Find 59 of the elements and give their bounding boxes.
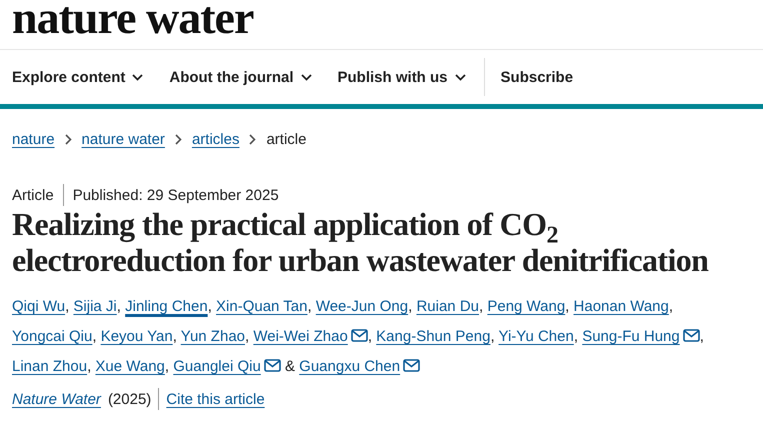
mail-icon[interactable] xyxy=(682,329,700,342)
publication-year: (2025) xyxy=(108,390,152,408)
separator: , xyxy=(116,298,121,315)
author-link[interactable]: Ruian Du xyxy=(416,298,479,315)
mail-icon[interactable] xyxy=(350,329,368,342)
separator: , xyxy=(65,298,70,315)
chevron-right-icon xyxy=(64,134,72,145)
separator: , xyxy=(87,358,92,375)
author-link[interactable]: Yun Zhao xyxy=(180,328,245,345)
author-link[interactable]: Haonan Wang xyxy=(574,298,669,315)
cite-link[interactable]: Cite this article xyxy=(166,390,265,408)
separator: , xyxy=(172,328,177,345)
breadcrumb-link[interactable]: nature xyxy=(12,131,55,148)
separator: , xyxy=(490,328,495,345)
author-link[interactable]: Xin-Quan Tan xyxy=(216,298,308,315)
journal-link[interactable]: Nature Water xyxy=(12,390,101,408)
author-link[interactable]: Xue Wang xyxy=(95,358,165,375)
author-link[interactable]: Yi-Yu Chen xyxy=(498,328,574,345)
journal-logo[interactable]: nature water xyxy=(12,0,254,49)
nav-link[interactable]: Subscribe xyxy=(500,68,574,86)
author-link[interactable]: Kang-Shun Peng xyxy=(376,328,490,345)
author-link[interactable]: Sijia Ji xyxy=(73,298,117,315)
mail-icon[interactable] xyxy=(264,359,281,372)
article-type: Article xyxy=(12,186,54,204)
author-link[interactable]: Guanglei Qiu xyxy=(173,358,261,375)
separator: , xyxy=(245,328,250,345)
separator: , xyxy=(574,328,578,345)
separator: , xyxy=(307,298,312,315)
separator: , xyxy=(368,328,372,345)
author-link[interactable]: Linan Zhou xyxy=(12,358,88,375)
separator: , xyxy=(164,358,170,375)
author-link[interactable]: Wee-Jun Ong xyxy=(316,298,408,315)
author-link[interactable]: Keyou Yan xyxy=(100,328,173,345)
chevron-right-icon xyxy=(249,134,256,145)
chevron-right-icon xyxy=(174,134,182,145)
nav-link[interactable]: About the journal xyxy=(169,68,312,86)
breadcrumb-current: article xyxy=(266,131,306,148)
author-link[interactable]: Guangxu Chen xyxy=(299,358,400,375)
author-link[interactable]: Jinling Chen xyxy=(125,298,208,315)
author-link[interactable]: Wei-Wei Zhao xyxy=(253,328,348,345)
breadcrumb-link[interactable]: articles xyxy=(192,131,240,148)
publish-date: Published: 29 September 2025 xyxy=(72,186,279,204)
separator: , xyxy=(479,298,484,315)
breadcrumb-link[interactable]: nature water xyxy=(82,131,165,148)
separator: , xyxy=(408,298,412,315)
nav-link[interactable]: Explore content xyxy=(12,68,144,86)
separator: , xyxy=(700,328,704,345)
separator: , xyxy=(565,298,570,315)
nav-link[interactable]: Publish with us xyxy=(338,68,466,86)
separator: , xyxy=(668,298,674,315)
author-link[interactable]: Peng Wang xyxy=(487,298,566,315)
author-link[interactable]: Yongcai Qiu xyxy=(12,328,92,345)
separator: , xyxy=(208,298,212,315)
separator: & xyxy=(284,358,295,375)
separator: , xyxy=(92,328,97,345)
article-title: Realizing the practical application of CO$_{2}$ electroreduction for urban wastewater denitrification xyxy=(12,206,710,278)
author-link[interactable]: Sung-Fu Hung xyxy=(582,328,680,345)
mail-icon[interactable] xyxy=(403,359,420,372)
author-link[interactable]: Qiqi Wu xyxy=(12,298,66,315)
